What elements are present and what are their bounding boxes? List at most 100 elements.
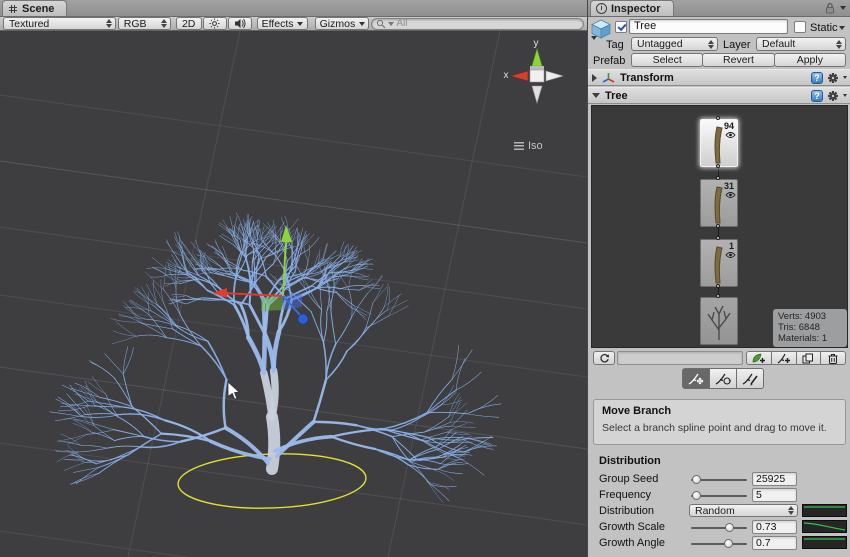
help-icon[interactable]: ? [811, 90, 823, 102]
hierarchy-actions [746, 351, 846, 365]
leaf-plus-icon [752, 353, 766, 364]
distribution-row: DistributionRandom [588, 503, 850, 519]
foldout-expanded-icon[interactable] [592, 93, 600, 98]
node-connector-dot [716, 224, 720, 228]
help-icon[interactable]: ? [811, 72, 823, 84]
slider-knob[interactable] [724, 539, 733, 548]
branch-group-node[interactable]: 31 [700, 179, 738, 227]
gear-icon[interactable] [827, 90, 839, 102]
node-branch-count: 31 [724, 181, 734, 191]
layer-dropdown[interactable]: Default [756, 37, 846, 51]
prefab-apply-button[interactable]: Apply [774, 53, 846, 67]
tree-hierarchy-canvas[interactable]: 94311 Verts: 4903 Tris: 6848 Materials: … [591, 105, 848, 348]
distribution-row: Frequency5 [588, 487, 850, 503]
effects-dropdown[interactable]: Effects [257, 17, 309, 30]
prefab-revert-button[interactable]: Revert [702, 53, 774, 67]
freehand-branch-tool-button[interactable] [736, 368, 764, 389]
transform-component-header[interactable]: Transform ? [588, 69, 850, 86]
sun-icon [209, 18, 220, 29]
node-connector-dot [716, 164, 720, 168]
effects-label: Effects [262, 18, 294, 30]
distribution-mode-dropdown[interactable]: Random [689, 504, 798, 517]
component-menu-chevron[interactable] [843, 94, 847, 97]
inspector-tabstrip: i Inspector [588, 0, 850, 17]
tag-label: Tag [606, 39, 624, 51]
layer-label: Layer [723, 39, 751, 51]
refresh-button[interactable] [593, 351, 615, 365]
rotate-branch-icon [714, 372, 732, 386]
lock-icon[interactable] [825, 2, 835, 14]
slider-knob[interactable] [692, 491, 701, 500]
dropdown-value: Random [695, 505, 735, 517]
visibility-eye-icon[interactable] [725, 191, 736, 199]
scene-lighting-button[interactable] [203, 17, 227, 30]
active-checkbox[interactable] [615, 21, 627, 33]
render-mode-dropdown[interactable]: Textured [3, 17, 116, 30]
copy-icon [802, 353, 814, 364]
gear-icon[interactable] [827, 72, 839, 84]
gizmos-dropdown[interactable]: Gizmos [315, 17, 369, 30]
node-connector-dot [716, 176, 720, 180]
axis-x-cone [511, 71, 528, 81]
value-field[interactable]: 5 [752, 488, 797, 502]
inspector-panel: i Inspector Tree Static Tag Untagged Lay… [587, 0, 850, 557]
gizmos-label: Gizmos [320, 18, 356, 30]
curve-preview[interactable] [802, 504, 847, 517]
projection-mode-switch[interactable]: Iso [514, 140, 543, 152]
slider-track[interactable] [691, 543, 747, 545]
value-field[interactable]: 0.73 [752, 520, 797, 534]
prefab-select-button[interactable]: Select [631, 53, 703, 67]
value-field[interactable]: 25925 [752, 472, 797, 486]
add-leaf-group-button[interactable] [746, 351, 772, 365]
slider-knob[interactable] [692, 475, 701, 484]
tris-stat: Tris: 6848 [778, 322, 842, 333]
scene-search-input[interactable]: All [371, 18, 584, 30]
foldout-collapsed-icon[interactable] [592, 74, 597, 82]
field-label: Growth Scale [599, 521, 665, 533]
visibility-eye-icon[interactable] [725, 251, 736, 259]
scene-audio-button[interactable] [228, 17, 252, 30]
materials-stat: Materials: 1 [778, 333, 842, 344]
curve-preview[interactable] [802, 536, 847, 549]
add-branch-group-button[interactable] [771, 351, 797, 365]
curve-preview[interactable] [802, 520, 847, 533]
rotate-branch-tool-button[interactable] [709, 368, 737, 389]
delete-node-button[interactable] [820, 351, 846, 365]
tree-component-header[interactable]: Tree ? [588, 87, 850, 104]
layer-value: Default [762, 38, 795, 50]
node-connector-dot [716, 294, 720, 298]
updown-arrows-icon [835, 40, 842, 49]
node-connector-dot [716, 116, 720, 120]
distribution-header: Distribution [599, 455, 661, 467]
tree-root-node[interactable] [700, 297, 738, 345]
tool-help-title: Move Branch [602, 405, 837, 417]
static-checkbox[interactable] [794, 21, 806, 33]
tag-value: Untagged [637, 38, 683, 50]
move-branch-tool-button[interactable] [682, 368, 710, 389]
icon-picker-chevron[interactable] [591, 36, 597, 40]
slider-knob[interactable] [725, 523, 734, 532]
search-filter-chevron-icon[interactable] [388, 22, 394, 26]
color-mode-dropdown[interactable]: RGB [118, 17, 171, 30]
chevron-down-icon [359, 22, 365, 26]
updown-arrows-icon [160, 19, 167, 28]
static-flags-chevron[interactable] [839, 26, 845, 30]
slider-track[interactable] [691, 527, 747, 529]
root-thumbnail-icon [702, 300, 736, 344]
tag-dropdown[interactable]: Untagged [631, 37, 718, 51]
tab-inspector[interactable]: i Inspector [590, 0, 674, 16]
tab-scene[interactable]: Scene [2, 0, 67, 16]
visibility-eye-icon[interactable] [725, 131, 736, 139]
value-field[interactable]: 0.7 [752, 536, 797, 550]
scene-3d-view[interactable] [0, 31, 587, 557]
component-menu-chevron[interactable] [843, 76, 847, 79]
distribution-row: Group Seed25925 [588, 471, 850, 487]
gameobject-name-field[interactable]: Tree [629, 19, 788, 34]
scene-viewport[interactable]: y x Iso [0, 31, 587, 557]
toggle-2d-button[interactable]: 2D [176, 17, 202, 30]
orientation-gizmo[interactable]: y x [498, 33, 578, 109]
inspector-menu-icon[interactable] [840, 6, 846, 10]
branch-group-node[interactable]: 94 [700, 119, 738, 167]
duplicate-node-button[interactable] [796, 351, 822, 365]
branch-group-node[interactable]: 1 [700, 239, 738, 287]
